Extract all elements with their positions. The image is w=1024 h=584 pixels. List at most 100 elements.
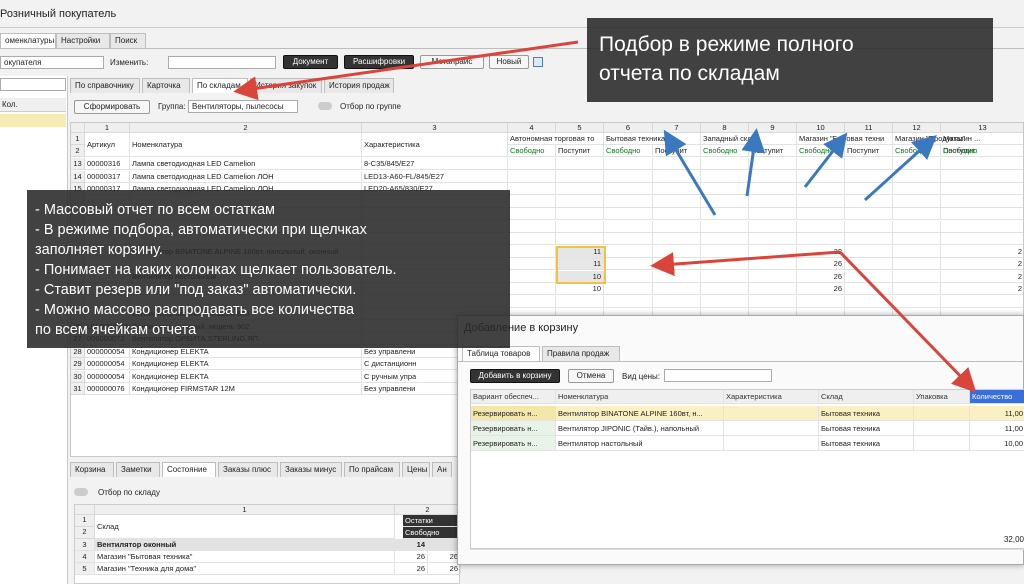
stock-cell[interactable]: 10 bbox=[556, 283, 604, 295]
bottom-tab[interactable]: Ан bbox=[432, 462, 452, 477]
dialog-cell-nom[interactable]: Вентилятор BINATONE ALPINE 160вт, н... bbox=[556, 406, 724, 421]
stock-cell[interactable] bbox=[556, 295, 604, 308]
stock-cell[interactable] bbox=[556, 195, 604, 208]
empty-cell bbox=[508, 245, 556, 258]
dialog-cell-nom[interactable]: Вентилятор настольный bbox=[556, 436, 724, 451]
tab-by-catalog[interactable]: По справочнику bbox=[70, 78, 140, 93]
store-toggle[interactable] bbox=[74, 488, 88, 496]
stock-cell[interactable] bbox=[797, 170, 845, 183]
dialog-cell-char[interactable] bbox=[724, 421, 819, 436]
tab-card[interactable]: Карточка bbox=[142, 78, 190, 93]
dialog-cancel-button[interactable]: Отмена bbox=[568, 369, 614, 383]
stock-cell[interactable] bbox=[556, 158, 604, 170]
tab-settings[interactable]: Настройки bbox=[56, 33, 110, 48]
dialog-cell-qty[interactable]: 10,00 bbox=[970, 436, 1024, 451]
store-header: Автономная торговая то bbox=[508, 133, 604, 145]
tab-sales-history[interactable]: История продаж bbox=[324, 78, 394, 93]
dialog-cell-variant[interactable]: Резервировать н... bbox=[471, 436, 556, 451]
dialog-cell-pack[interactable] bbox=[914, 406, 970, 421]
stock-cell[interactable] bbox=[941, 296, 1023, 308]
tab-nomenclature[interactable]: оменклатуры bbox=[0, 33, 56, 48]
group-select[interactable]: Вентиляторы, пылесосы bbox=[188, 100, 298, 113]
price-type-select[interactable] bbox=[664, 369, 772, 382]
dialog-cell-pack[interactable] bbox=[914, 436, 970, 451]
dialog-cell-store[interactable]: Бытовая техника bbox=[819, 436, 914, 451]
form-button[interactable]: Сформировать bbox=[74, 100, 150, 114]
stock-cell[interactable] bbox=[941, 221, 1023, 233]
dialog-cell-store[interactable]: Бытовая техника bbox=[819, 406, 914, 421]
stock-cell[interactable] bbox=[797, 233, 845, 245]
bottom-tab[interactable]: По прайсам bbox=[344, 462, 400, 477]
stock-cell[interactable]: 22 bbox=[797, 245, 845, 258]
store-header: Магазин "Бытовая техни bbox=[797, 133, 893, 145]
dialog-cell-nom[interactable]: Вентилятор JIPONIC (Тайв.), напольный bbox=[556, 421, 724, 436]
stock-cell[interactable] bbox=[941, 196, 1023, 208]
dialog-cell-pack[interactable] bbox=[914, 421, 970, 436]
stock-cell[interactable]: 2 bbox=[941, 246, 1023, 258]
bottom-tab[interactable]: Цены bbox=[402, 462, 430, 477]
dialog-cell-variant[interactable]: Резервировать н... bbox=[471, 406, 556, 421]
tab-search[interactable]: Поиск bbox=[110, 33, 146, 48]
stock-cell[interactable] bbox=[941, 233, 1023, 245]
stock-cell[interactable] bbox=[941, 183, 1023, 195]
stock-cell[interactable] bbox=[797, 220, 845, 233]
stock-cell[interactable]: 26 bbox=[797, 270, 845, 283]
bottom-tab[interactable]: Заказы минус bbox=[280, 462, 342, 477]
stock-cell[interactable]: 2 bbox=[941, 283, 1023, 295]
bottom-tab[interactable]: Заметки bbox=[116, 462, 160, 477]
bottom-tab[interactable]: Корзина bbox=[70, 462, 114, 477]
dialog-tab-rules[interactable]: Правила продаж bbox=[542, 346, 620, 361]
grid-col-number: 4 bbox=[508, 123, 556, 133]
stock-cell[interactable] bbox=[797, 195, 845, 208]
dialog-cell-variant[interactable]: Резервировать н... bbox=[471, 421, 556, 436]
change-input[interactable] bbox=[168, 56, 276, 69]
empty-cell bbox=[653, 283, 701, 295]
state-col-1: 1 bbox=[95, 505, 395, 515]
stock-cell[interactable]: 2 bbox=[941, 258, 1023, 270]
tab-purchase-history[interactable]: История закупок bbox=[250, 78, 322, 93]
stock-cell[interactable] bbox=[556, 220, 604, 233]
empty-cell bbox=[604, 245, 653, 258]
stock-cell[interactable] bbox=[797, 295, 845, 308]
stock-cell[interactable] bbox=[941, 158, 1023, 170]
empty-cell bbox=[604, 220, 653, 233]
stock-cell[interactable] bbox=[941, 208, 1023, 220]
dialog-tab-goods[interactable]: Таблица товаров bbox=[462, 346, 540, 361]
empty-cell bbox=[749, 220, 797, 233]
decode-button[interactable]: Расшифровки bbox=[344, 55, 414, 69]
new-button[interactable]: Новый bbox=[489, 55, 529, 69]
stock-cell[interactable]: 26 bbox=[797, 283, 845, 295]
bottom-tab[interactable]: Состояние bbox=[162, 462, 216, 477]
stock-cell[interactable]: 2 bbox=[941, 271, 1023, 283]
grid-row-number: 1 bbox=[71, 133, 85, 145]
add-to-cart-button[interactable]: Добавить в корзину bbox=[470, 369, 560, 383]
left-selected-row[interactable] bbox=[0, 114, 66, 127]
left-filter[interactable] bbox=[0, 78, 66, 91]
dialog-cell-char[interactable] bbox=[724, 406, 819, 421]
dialog-header: Характеристика bbox=[724, 390, 819, 404]
callout-line: по всем ячейкам отчета bbox=[35, 322, 197, 338]
stock-cell[interactable] bbox=[797, 158, 845, 170]
stock-cell[interactable] bbox=[556, 208, 604, 220]
metaprice-button[interactable]: Метапрайс bbox=[420, 55, 484, 69]
bottom-tab[interactable]: Заказы плюс bbox=[218, 462, 278, 477]
empty-cell bbox=[701, 220, 749, 233]
group-toggle[interactable] bbox=[318, 102, 332, 110]
dialog-cell-qty[interactable]: 11,00 bbox=[970, 421, 1024, 436]
document-button[interactable]: Документ bbox=[283, 55, 338, 69]
stock-cell[interactable] bbox=[556, 170, 604, 183]
dialog-cell-char[interactable] bbox=[724, 436, 819, 451]
stock-cell[interactable] bbox=[941, 171, 1023, 183]
stock-cell[interactable] bbox=[797, 208, 845, 220]
stock-cell[interactable] bbox=[797, 183, 845, 195]
tab-by-warehouses[interactable]: По складам bbox=[192, 78, 248, 93]
stock-cell[interactable]: 26 bbox=[797, 258, 845, 270]
stock-cell[interactable] bbox=[556, 183, 604, 195]
dialog-cell-qty[interactable]: 11,00 bbox=[970, 406, 1024, 421]
buyer-select[interactable]: окупателя bbox=[0, 56, 104, 69]
sub-arrive: Поступит bbox=[653, 145, 701, 157]
calendar-icon[interactable] bbox=[533, 57, 543, 67]
dialog-cell-store[interactable]: Бытовая техника bbox=[819, 421, 914, 436]
stock-cell[interactable] bbox=[556, 233, 604, 245]
dialog-header: Номенклатура bbox=[556, 390, 724, 404]
